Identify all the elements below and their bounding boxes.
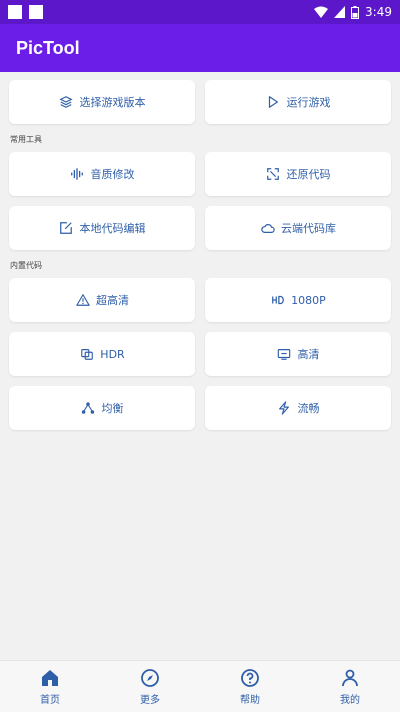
compass-icon: [141, 668, 159, 687]
status-bar: 3:49: [0, 0, 400, 24]
hdr-label: HDR: [100, 347, 125, 361]
top-button-row: 选择游戏版本 运行游戏: [9, 80, 391, 124]
local-code-edit-label: 本地代码编辑: [79, 222, 146, 235]
nav-help-label: 帮助: [240, 694, 260, 706]
run-game-label: 运行游戏: [286, 96, 331, 109]
nav-home-label: 首页: [40, 694, 60, 706]
waveform-icon: [70, 167, 85, 182]
signal-icon: [334, 6, 346, 18]
balanced-label: 均衡: [101, 402, 124, 415]
help-icon: [241, 668, 259, 687]
common-tools-row: 本地代码编辑 云端代码库: [9, 206, 391, 250]
play-icon: [266, 95, 281, 110]
hd-icon: [270, 293, 285, 308]
smooth-button[interactable]: 流畅: [205, 386, 391, 430]
user-icon: [342, 669, 358, 686]
hd-button[interactable]: 高清: [205, 332, 391, 376]
nav-home[interactable]: 首页: [0, 661, 100, 712]
restore-code-button[interactable]: 还原代码: [205, 152, 391, 196]
builtin-codes-heading: 内置代码: [10, 261, 42, 270]
local-code-edit-button[interactable]: 本地代码编辑: [9, 206, 195, 250]
notification-icon: [8, 5, 22, 19]
1080p-button[interactable]: 1080P: [205, 278, 391, 322]
app-title: PicTool: [16, 37, 80, 58]
hdr-button[interactable]: HDR: [9, 332, 195, 376]
builtin-codes-row: 超高清 1080P: [9, 278, 391, 322]
1080p-label: 1080P: [291, 293, 326, 307]
main-content: 选择游戏版本 运行游戏 常用工具 音质修改 还原代码 本地代码编辑 云端代码库 …: [0, 72, 400, 430]
select-version-label: 选择游戏版本: [79, 96, 146, 109]
monitor-icon: [277, 347, 292, 362]
common-tools-row: 音质修改 还原代码: [9, 152, 391, 196]
status-time: 3:49: [365, 5, 392, 19]
restore-code-label: 还原代码: [286, 168, 331, 181]
hd-label: 高清: [297, 348, 320, 361]
ultra-hd-label: 超高清: [96, 294, 129, 307]
warning-icon: [75, 293, 90, 308]
cloud-code-library-label: 云端代码库: [281, 222, 336, 235]
builtin-codes-row: 均衡 流畅: [9, 386, 391, 430]
ultra-hd-button[interactable]: 超高清: [9, 278, 195, 322]
nav-more-label: 更多: [140, 694, 160, 706]
balance-icon: [81, 401, 96, 416]
restore-icon: [266, 167, 281, 182]
notification-icon: [29, 5, 43, 19]
cloud-code-library-button[interactable]: 云端代码库: [205, 206, 391, 250]
bottom-nav: 首页 更多 帮助 我的: [0, 660, 400, 712]
nav-help[interactable]: 帮助: [200, 661, 300, 712]
balanced-button[interactable]: 均衡: [9, 386, 195, 430]
nav-mine-label: 我的: [340, 694, 360, 706]
battery-icon: [351, 5, 360, 19]
smooth-label: 流畅: [297, 402, 320, 415]
bolt-icon: [277, 401, 292, 416]
edit-icon: [59, 221, 74, 236]
app-bar: PicTool: [0, 24, 400, 72]
nav-more[interactable]: 更多: [100, 661, 200, 712]
run-game-button[interactable]: 运行游戏: [205, 80, 391, 124]
select-version-button[interactable]: 选择游戏版本: [9, 80, 195, 124]
wifi-icon: [314, 6, 329, 18]
common-tools-heading: 常用工具: [10, 135, 42, 144]
nav-mine[interactable]: 我的: [300, 661, 400, 712]
layers-icon: [59, 95, 74, 110]
audio-quality-button[interactable]: 音质修改: [9, 152, 195, 196]
hdr-icon: [79, 347, 94, 362]
builtin-codes-row: HDR 高清: [9, 332, 391, 376]
cloud-icon: [260, 221, 275, 236]
home-icon: [42, 669, 58, 686]
audio-quality-label: 音质修改: [90, 168, 135, 181]
